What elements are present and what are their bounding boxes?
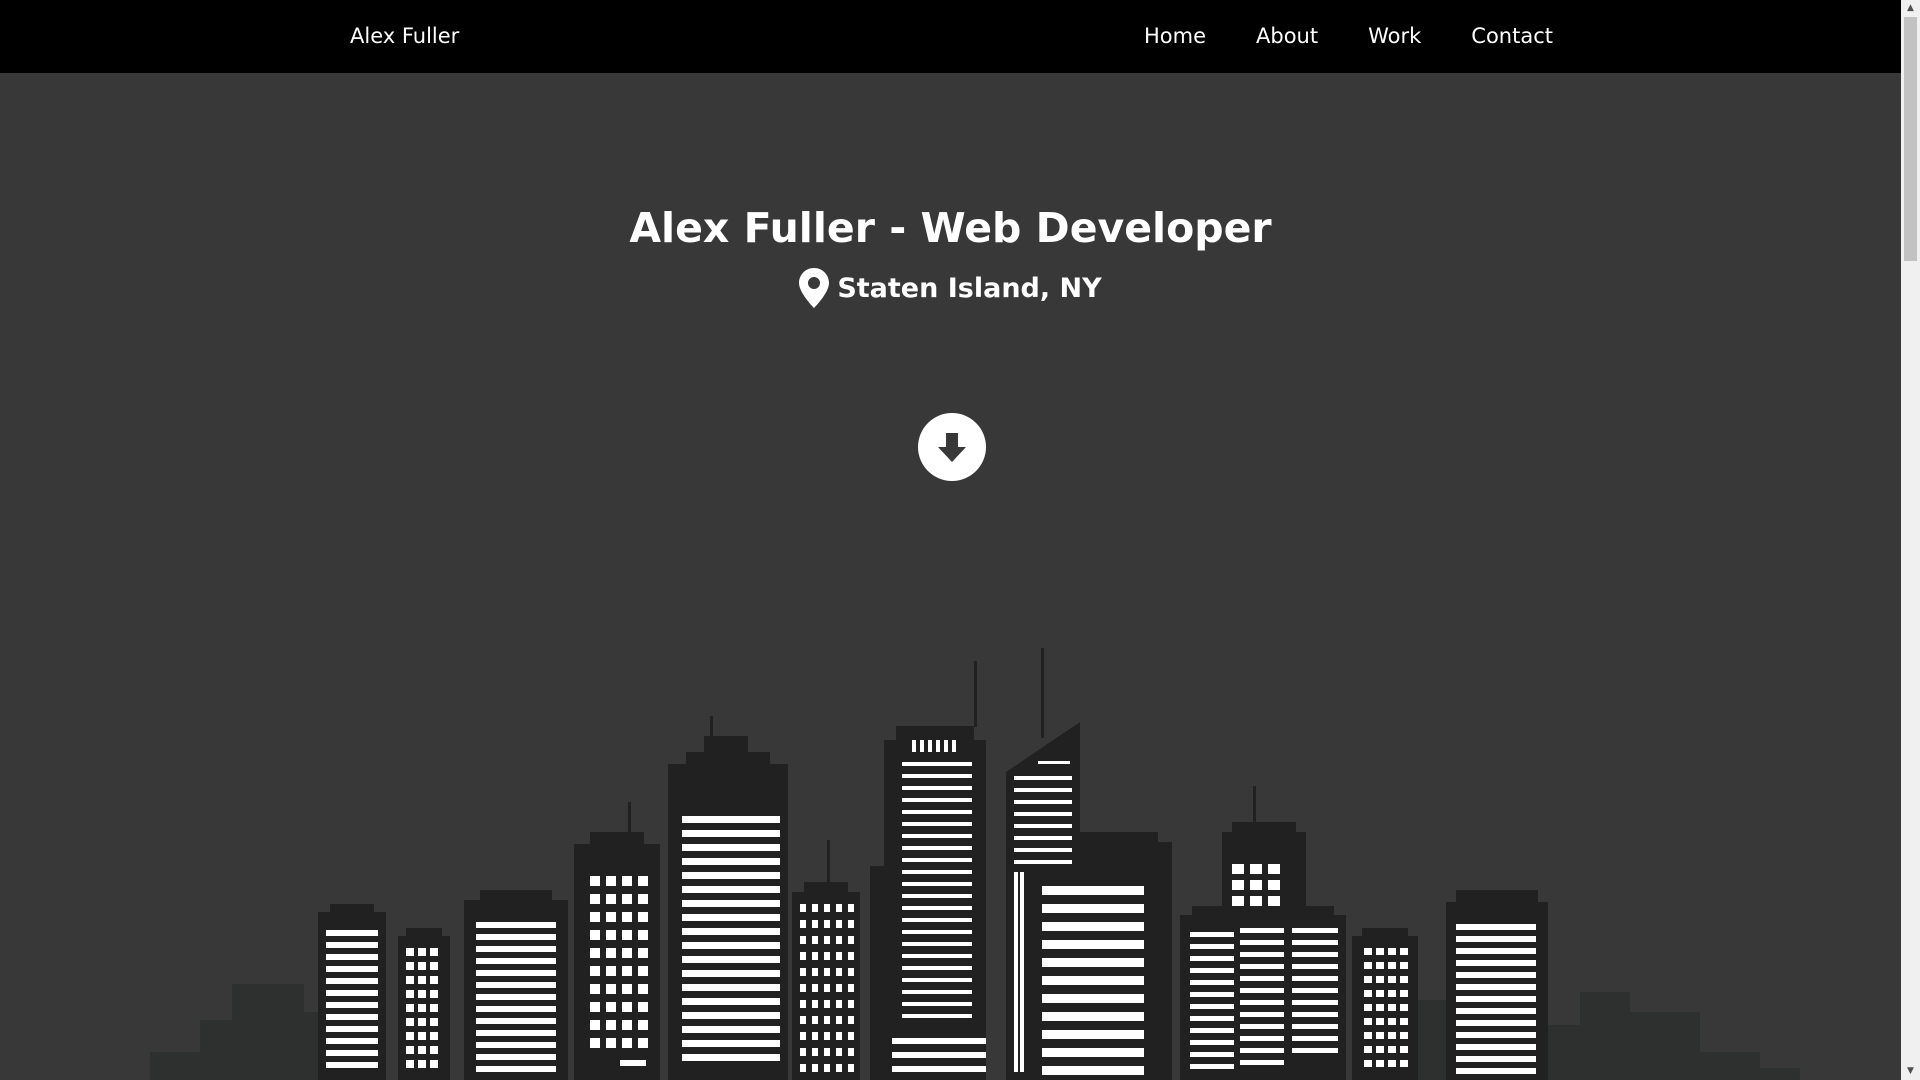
scroll-up-arrow-icon[interactable]: ▲ bbox=[1901, 0, 1920, 17]
vertical-scrollbar[interactable]: ▲ ▼ bbox=[1901, 0, 1920, 1080]
navbar: Alex Fuller Home About Work Contact bbox=[0, 0, 1901, 73]
nav-link-contact[interactable]: Contact bbox=[1471, 24, 1553, 48]
location: Staten Island, NY bbox=[0, 268, 1901, 308]
map-pin-icon bbox=[799, 268, 830, 308]
page: Alex Fuller Home About Work Contact Alex… bbox=[0, 0, 1920, 1080]
nav-link-about[interactable]: About bbox=[1256, 24, 1318, 48]
main-nav: Home About Work Contact bbox=[1094, 24, 1553, 48]
hero-title: Alex Fuller - Web Developer bbox=[629, 204, 1272, 252]
city-skyline-illustration bbox=[150, 648, 1800, 1080]
scroll-down-arrow-icon[interactable]: ▼ bbox=[1901, 1063, 1920, 1080]
arrow-circle-down-icon bbox=[938, 433, 966, 462]
nav-link-home[interactable]: Home bbox=[1144, 24, 1206, 48]
brand-link[interactable]: Alex Fuller bbox=[350, 24, 459, 48]
location-text: Staten Island, NY bbox=[837, 272, 1102, 304]
nav-link-work[interactable]: Work bbox=[1368, 24, 1421, 48]
scrollbar-thumb[interactable] bbox=[1904, 17, 1917, 261]
scroll-down-button[interactable] bbox=[918, 413, 986, 481]
